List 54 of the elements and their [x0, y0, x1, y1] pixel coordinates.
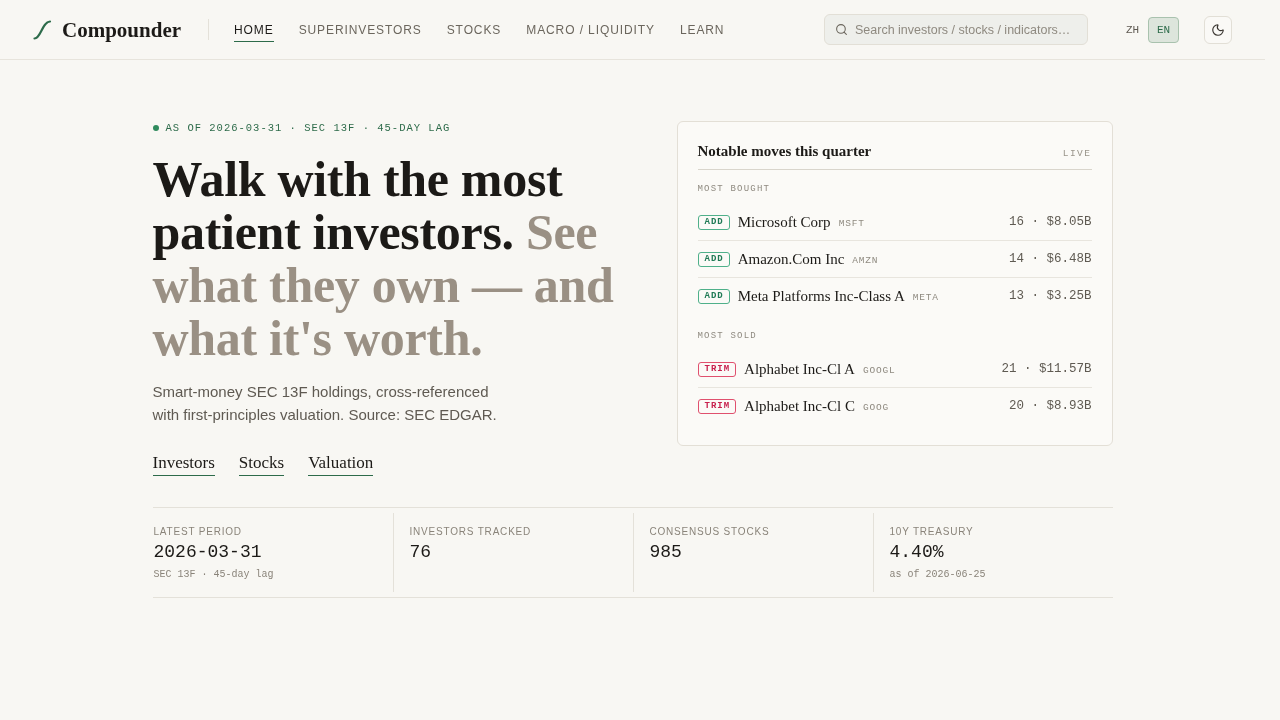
ticker-symbol: META — [912, 291, 939, 303]
stat-value: 4.40% — [889, 541, 944, 564]
stat-label: CONSENSUS STOCKS — [649, 526, 770, 538]
action-tag: TRIM — [697, 361, 737, 377]
company-name[interactable]: Meta Platforms Inc-Class A — [737, 287, 905, 305]
ticker-symbol: GOOGL — [862, 364, 896, 376]
stat-value: 985 — [649, 541, 682, 564]
action-tag: ADD — [697, 251, 730, 267]
ticker-symbol: AMZN — [852, 254, 879, 266]
holders-and-value: 20 · $8.93B — [1009, 399, 1092, 413]
card-title: Notable moves this quarter — [697, 142, 872, 161]
nav-tab[interactable]: SUPERINVESTORS — [298, 17, 422, 42]
hero-link[interactable]: Stocks — [238, 453, 285, 476]
search-icon — [835, 23, 848, 36]
dot-icon — [152, 125, 159, 131]
stat-label: 10Y TREASURY — [889, 526, 974, 538]
hero-link[interactable]: Valuation — [308, 453, 374, 476]
company-name[interactable]: Alphabet Inc-Cl A — [744, 360, 855, 378]
logo-curve-icon — [33, 19, 53, 40]
hero-description: Smart-money SEC 13F holdings, cross-referenced with first-principles valuation. Source: SEC EDGAR. — [152, 382, 498, 425]
holders-and-value: 14 · $6.48B — [1009, 252, 1092, 266]
holders-and-value: 16 · $8.05B — [1009, 215, 1092, 229]
action-tag: TRIM — [697, 398, 737, 414]
moon-icon — [1211, 22, 1225, 37]
ticker-symbol: MSFT — [838, 217, 865, 229]
stat-note: SEC 13F · 45-day lag — [153, 568, 274, 582]
company-name[interactable]: Amazon.Com Inc — [737, 250, 845, 268]
company-name[interactable]: Alphabet Inc-Cl C — [744, 397, 855, 415]
nav-tab[interactable]: HOME — [234, 17, 274, 42]
hero-headline: Walk with the most patient investors. See what they own — and what it's worth. — [152, 153, 615, 365]
stat-value: 2026-03-31 — [153, 541, 262, 564]
nav-tab[interactable]: LEARN — [679, 17, 725, 42]
hero-link[interactable]: Investors — [152, 453, 215, 476]
action-tag: ADD — [697, 288, 730, 304]
brand-logo[interactable]: Compounder — [62, 17, 182, 42]
live-label: LIVE — [1062, 148, 1092, 159]
stat-note: as of 2026-06-25 — [889, 568, 986, 582]
ticker-symbol: GOOG — [862, 401, 889, 413]
section-heading: MOST BOUGHT — [697, 183, 772, 195]
stat-value: 76 — [409, 541, 432, 564]
data-as-of-label: AS OF 2026-03-31 · SEC 13F · 45-DAY LAG — [165, 121, 451, 135]
nav-tab[interactable]: MACRO / LIQUIDITY — [526, 17, 655, 42]
theme-toggle-button[interactable] — [1204, 15, 1232, 44]
search-field[interactable]: Search investors / stocks / indicators… — [824, 14, 1088, 45]
stat-label: INVESTORS TRACKED — [409, 526, 532, 538]
company-name[interactable]: Microsoft Corp — [737, 213, 831, 231]
holders-and-value: 21 · $11.57B — [1001, 362, 1092, 376]
section-heading: MOST SOLD — [697, 330, 758, 342]
nav-tab[interactable]: STOCKS — [446, 17, 502, 42]
language-button[interactable]: ZH — [1117, 16, 1148, 43]
stat-label: LATEST PERIOD — [153, 526, 242, 538]
action-tag: ADD — [697, 214, 730, 230]
language-button[interactable]: EN — [1148, 16, 1179, 43]
holders-and-value: 13 · $3.25B — [1009, 289, 1092, 303]
